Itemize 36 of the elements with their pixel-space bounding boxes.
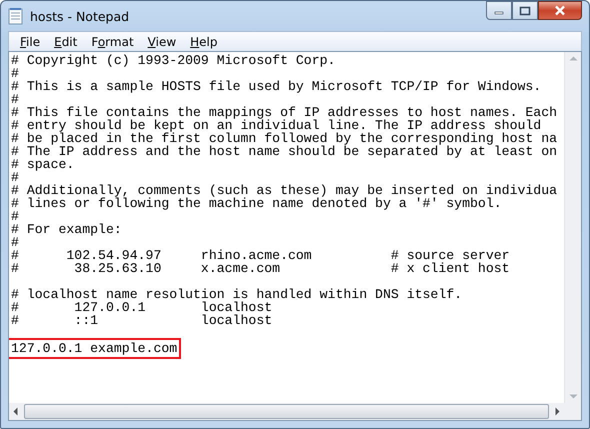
- text-line: # This is a sample HOSTS file used by Microsoft TCP/IP for Windows.: [11, 80, 542, 93]
- window-title: hosts - Notepad: [30, 8, 130, 24]
- text-line: # 102.54.94.97 rhino.acme.com # source server: [11, 249, 510, 262]
- maximize-button[interactable]: [512, 1, 538, 20]
- text-line: # 127.0.0.1 localhost: [11, 301, 272, 314]
- text-line: #: [11, 171, 19, 184]
- text-line: #: [11, 67, 19, 80]
- menu-item[interactable]: File: [13, 34, 48, 48]
- scroll-thumb[interactable]: [24, 404, 549, 419]
- text-line: #: [11, 236, 19, 249]
- text-line: # entry should be kept on an individual line. The IP address should: [11, 119, 542, 132]
- text-line: # Additionally, comments (such as these) may be inserted on individua: [11, 184, 558, 197]
- minimize-button[interactable]: [486, 1, 512, 20]
- scroll-right-icon[interactable]: [555, 407, 560, 416]
- maximize-icon: [519, 6, 531, 16]
- text-line: #: [11, 93, 19, 106]
- menu-item[interactable]: Edit: [47, 34, 84, 48]
- text-line: # Copyright (c) 1993-2009 Microsoft Corp.: [11, 54, 336, 67]
- text-line: # ::1 localhost: [11, 314, 272, 327]
- text-line: # space.: [11, 158, 74, 171]
- text-line: # For example:: [11, 223, 122, 236]
- close-button[interactable]: [538, 1, 582, 20]
- text-line: # The IP address and the host name should be separated by at least on: [11, 145, 558, 158]
- text-line: # 38.25.63.10 x.acme.com # x client host: [11, 262, 510, 275]
- scroll-left-icon[interactable]: [13, 407, 18, 416]
- menu-item[interactable]: Format: [84, 34, 141, 48]
- menu-item[interactable]: View: [140, 34, 184, 48]
- text-line: # localhost name resolution is handled within DNS itself.: [11, 288, 462, 301]
- text-line: #: [11, 210, 19, 223]
- text-line: # be placed in the first column followed by the corresponding host na: [11, 132, 558, 145]
- menu-item[interactable]: Help: [183, 34, 225, 48]
- horizontal-scrollbar[interactable]: [9, 403, 564, 420]
- close-icon: [553, 5, 567, 16]
- notepad-icon: [8, 7, 24, 25]
- text-line: # lines or following the machine name denoted by a '#' symbol.: [11, 197, 502, 210]
- text-line: # This file contains the mappings of IP addresses to host names. Each: [11, 106, 558, 119]
